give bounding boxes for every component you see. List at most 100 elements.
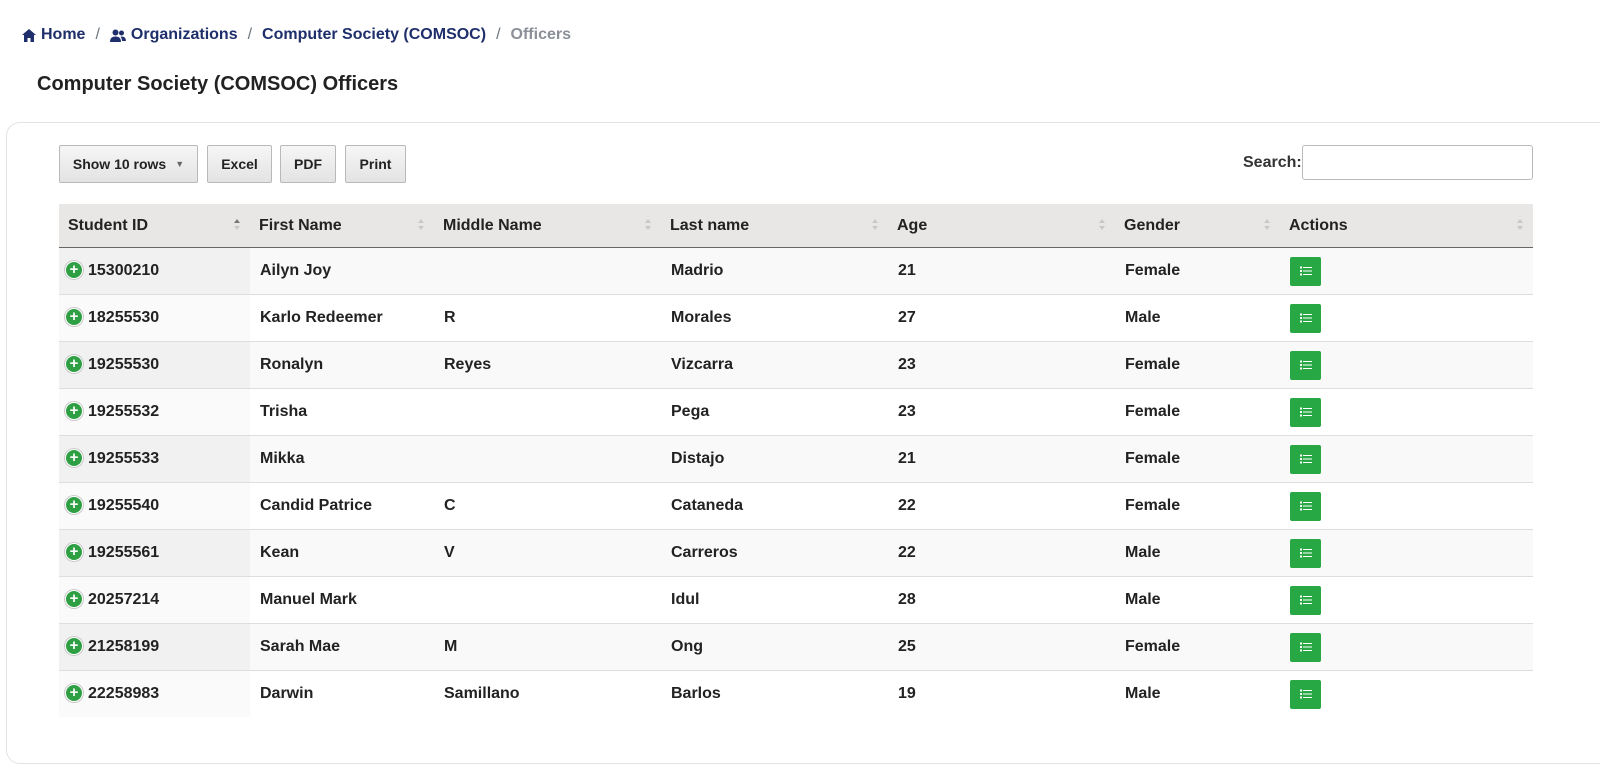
list-icon: [1299, 313, 1312, 323]
cell-gender-value: Female: [1125, 262, 1181, 279]
breadcrumb-separator: /: [247, 26, 253, 43]
cell-age: 19: [888, 671, 1115, 718]
breadcrumb-org[interactable]: Computer Society (COMSOC): [262, 26, 486, 44]
cell-middle-name: V: [434, 529, 661, 577]
cell-last-name-value: Vizcarra: [671, 356, 733, 373]
list-icon: [1299, 548, 1312, 558]
column-header-age[interactable]: Age: [888, 204, 1115, 248]
cell-student-id-value: 19255561: [88, 544, 160, 562]
plus-circle-icon[interactable]: +: [65, 307, 83, 326]
cell-gender: Male: [1115, 576, 1280, 624]
plus-circle-icon[interactable]: +: [65, 448, 83, 467]
plus-circle-icon[interactable]: +: [65, 542, 83, 561]
cell-middle-name: C: [434, 482, 661, 530]
cell-actions: [1280, 388, 1533, 436]
breadcrumb-organizations-label: Organizations: [130, 26, 238, 43]
row-actions-button[interactable]: [1290, 256, 1321, 286]
users-icon: [109, 29, 126, 42]
column-header-middle-name[interactable]: Middle Name: [434, 204, 661, 248]
row-actions-button[interactable]: [1290, 350, 1321, 380]
cell-last-name: Pega: [661, 388, 888, 436]
plus-circle-icon[interactable]: +: [65, 354, 83, 373]
row-actions-button[interactable]: [1290, 397, 1321, 427]
row-actions-button[interactable]: [1290, 585, 1321, 615]
cell-age-value: 22: [898, 497, 916, 514]
cell-student-id: +21258199: [59, 623, 250, 671]
cell-first-name: Manuel Mark: [250, 576, 434, 624]
row-actions-button[interactable]: [1290, 303, 1321, 333]
column-header-first-name[interactable]: First Name: [250, 204, 434, 248]
breadcrumb-organizations[interactable]: Organizations: [109, 26, 238, 44]
cell-gender: Female: [1115, 388, 1280, 436]
cell-student-id: +19255540: [59, 482, 250, 530]
cell-last-name-value: Ong: [671, 638, 703, 655]
search-input[interactable]: [1302, 145, 1533, 180]
cell-middle-name: [434, 388, 661, 436]
table-header-row: Student ID First Name Middle Name Last n…: [59, 204, 1533, 248]
cell-middle-name: [434, 247, 661, 295]
cell-last-name-value: Pega: [671, 403, 710, 420]
cell-age-value: 28: [898, 591, 916, 608]
cell-middle-name: M: [434, 623, 661, 671]
cell-first-name-value: Ailyn Joy: [260, 262, 332, 279]
cell-last-name: Cataneda: [661, 482, 888, 530]
cell-student-id: +19255561: [59, 529, 250, 577]
cell-gender: Female: [1115, 482, 1280, 530]
officers-table: Student ID First Name Middle Name Last n…: [59, 204, 1533, 717]
excel-button[interactable]: Excel: [207, 145, 272, 183]
cell-age: 28: [888, 576, 1115, 624]
table-row: +19255561 Kean V Carreros 22 Male: [59, 529, 1533, 577]
cell-middle-name-value: Reyes: [444, 356, 492, 373]
column-header-actions[interactable]: Actions: [1280, 204, 1533, 248]
column-header-student-id[interactable]: Student ID: [59, 204, 250, 248]
cell-gender: Male: [1115, 671, 1280, 718]
row-actions-button[interactable]: [1290, 679, 1321, 709]
cell-age: 23: [888, 341, 1115, 389]
cell-student-id: +15300210: [59, 247, 250, 295]
cell-age-value: 21: [898, 262, 916, 279]
cell-last-name: Ong: [661, 623, 888, 671]
plus-circle-icon[interactable]: +: [65, 683, 83, 702]
plus-circle-icon[interactable]: +: [65, 636, 83, 655]
sort-icon: [1517, 219, 1523, 231]
sort-icon: [1099, 219, 1105, 231]
show-rows-dropdown[interactable]: Show 10 rows ▼: [59, 145, 198, 183]
cell-gender: Female: [1115, 341, 1280, 389]
row-actions-button[interactable]: [1290, 491, 1321, 521]
cell-student-id-value: 19255532: [88, 403, 160, 421]
row-actions-button[interactable]: [1290, 444, 1321, 474]
cell-last-name-value: Barlos: [671, 685, 721, 702]
cell-actions: [1280, 294, 1533, 342]
cell-age-value: 21: [898, 450, 916, 467]
cell-actions: [1280, 671, 1533, 718]
cell-student-id-value: 19255540: [88, 497, 160, 515]
row-actions-button[interactable]: [1290, 632, 1321, 662]
table-body: +15300210 Ailyn Joy Madrio 21 Female +1825553…: [59, 247, 1533, 718]
cell-first-name-value: Manuel Mark: [260, 591, 357, 608]
column-header-last-name[interactable]: Last name: [661, 204, 888, 248]
caret-down-icon: ▼: [175, 159, 185, 169]
cell-gender-value: Female: [1125, 450, 1181, 467]
table-row: +19255533 Mikka Distajo 21 Female: [59, 435, 1533, 483]
table-row: +19255532 Trisha Pega 23 Female: [59, 388, 1533, 436]
cell-age: 21: [888, 435, 1115, 483]
print-button[interactable]: Print: [345, 145, 406, 183]
pdf-button[interactable]: PDF: [280, 145, 336, 183]
row-actions-button[interactable]: [1290, 538, 1321, 568]
plus-circle-icon[interactable]: +: [65, 401, 83, 420]
cell-student-id: +19255532: [59, 388, 250, 436]
sort-icon: [645, 219, 651, 231]
plus-circle-icon[interactable]: +: [65, 260, 83, 279]
sort-icon: [418, 219, 424, 231]
cell-middle-name: [434, 435, 661, 483]
breadcrumb-home[interactable]: Home: [22, 26, 85, 44]
cell-middle-name: Samillano: [434, 671, 661, 718]
plus-circle-icon[interactable]: +: [65, 495, 83, 514]
column-header-gender[interactable]: Gender: [1115, 204, 1280, 248]
cell-last-name-value: Distajo: [671, 450, 725, 467]
list-icon: [1299, 595, 1312, 605]
cell-first-name: Ronalyn: [250, 341, 434, 389]
cell-age-value: 19: [898, 685, 916, 702]
cell-gender-value: Male: [1125, 544, 1161, 561]
plus-circle-icon[interactable]: +: [65, 589, 83, 608]
